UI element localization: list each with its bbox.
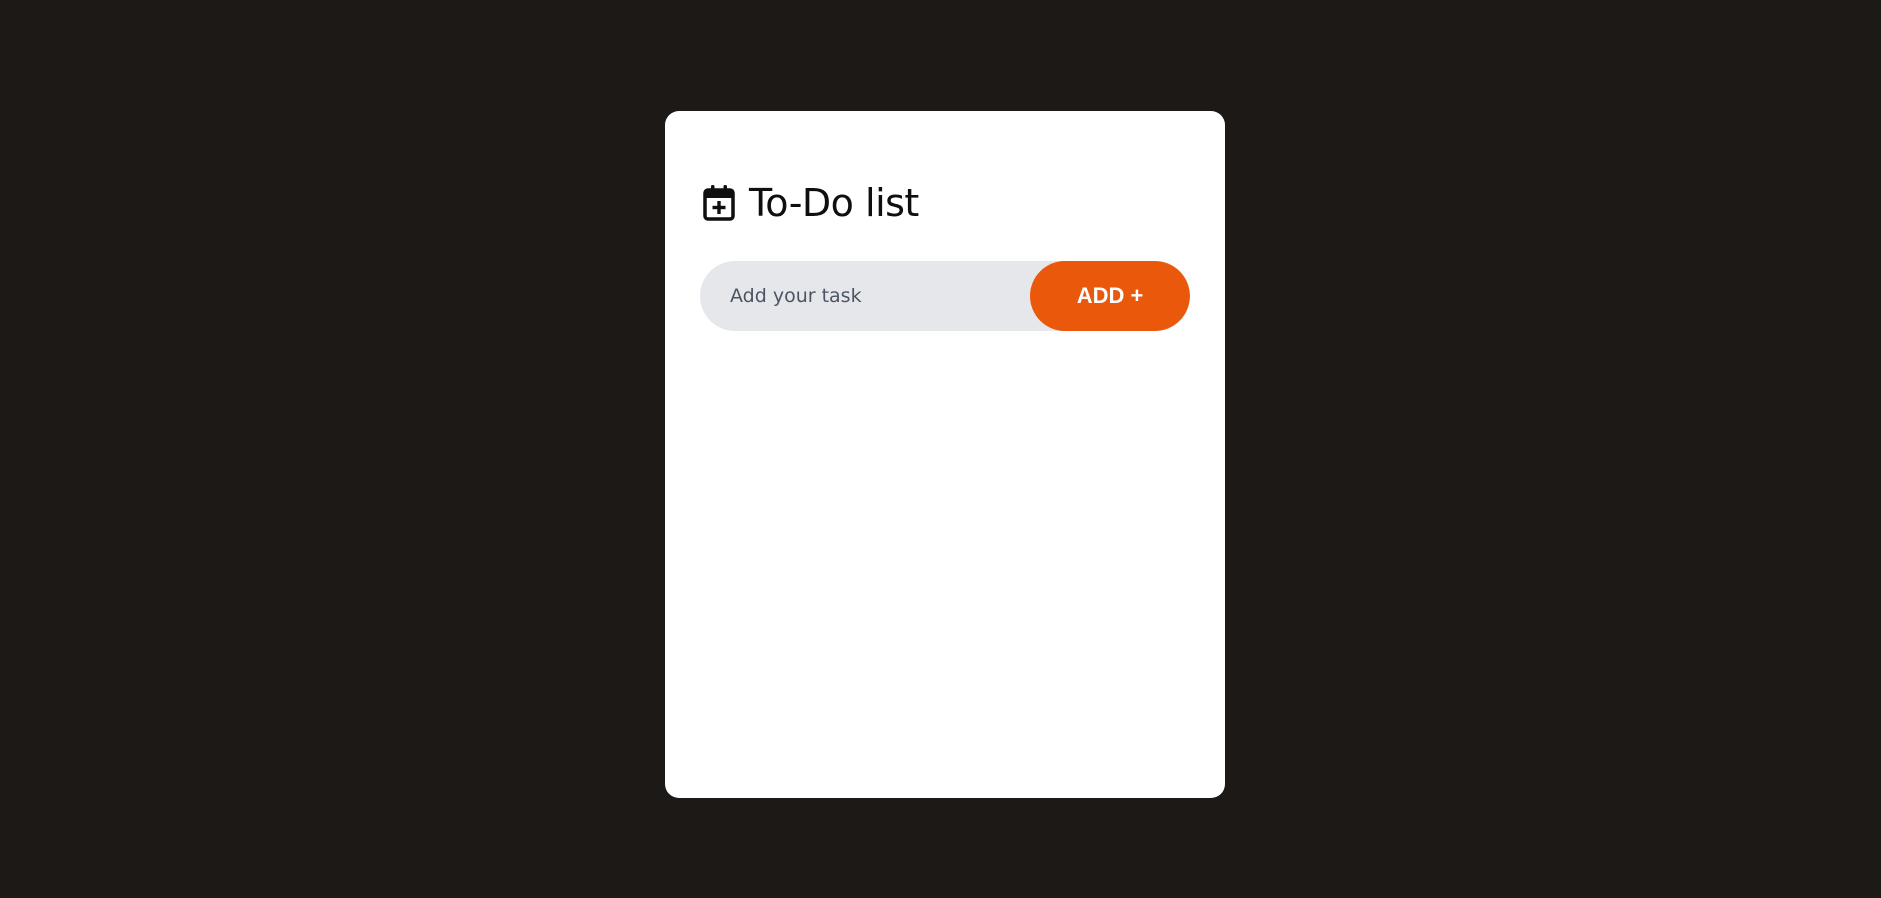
todo-card: To-Do list ADD + bbox=[665, 111, 1225, 798]
add-task-button[interactable]: ADD + bbox=[1030, 261, 1190, 331]
todo-header: To-Do list bbox=[703, 184, 919, 222]
task-input[interactable] bbox=[700, 261, 1030, 331]
page-title: To-Do list bbox=[749, 181, 919, 225]
calendar-plus-icon bbox=[703, 185, 735, 221]
add-task-form: ADD + bbox=[700, 261, 1190, 331]
